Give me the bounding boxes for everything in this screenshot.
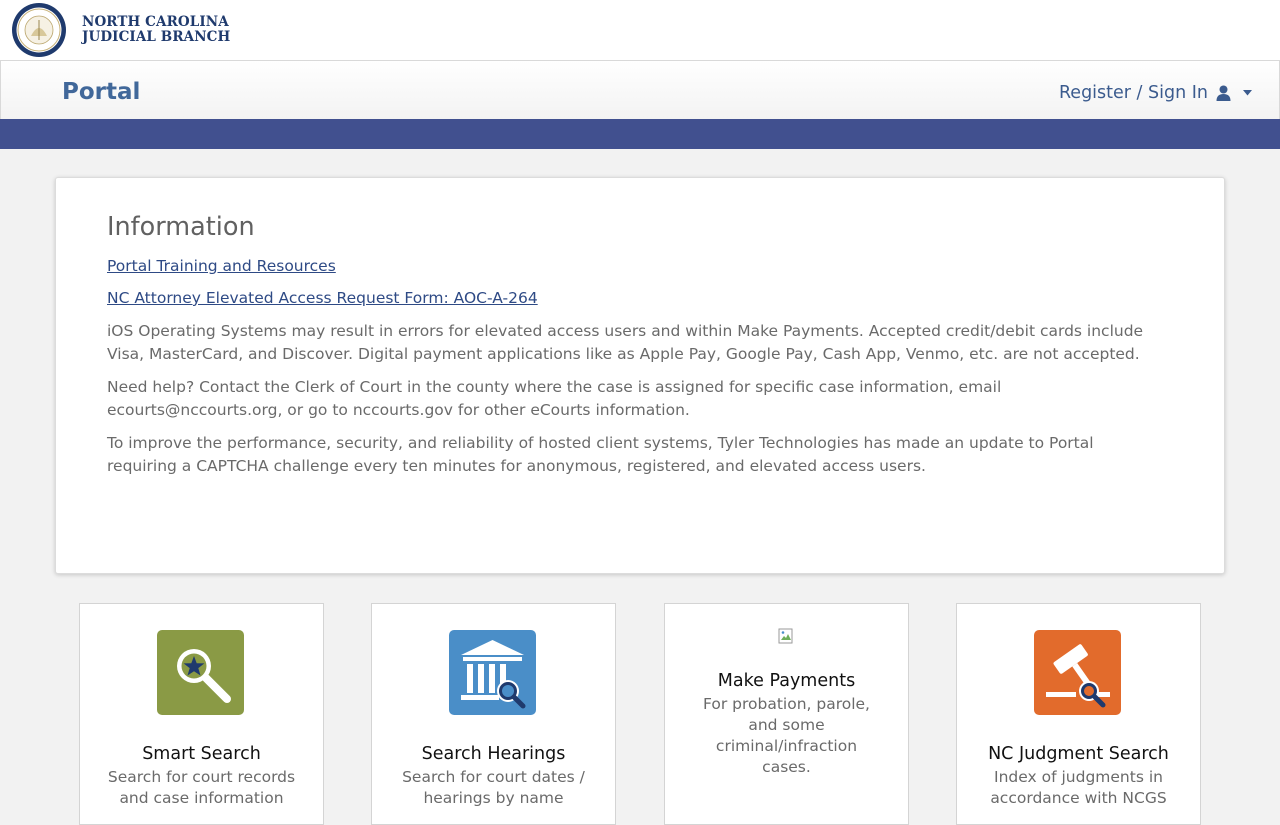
smart-search-title: Smart Search — [142, 744, 261, 764]
smart-search-card[interactable]: Smart Search Search for court records an… — [79, 603, 324, 825]
register-sign-in-menu[interactable]: Register / Sign In — [1059, 83, 1252, 103]
nc-judicial-seal-icon[interactable] — [11, 2, 67, 58]
portal-home-link[interactable]: Portal — [62, 79, 140, 105]
nc-judgment-search-description: Index of judgments in accordance with NC… — [990, 768, 1167, 807]
attorney-access-form-link[interactable]: NC Attorney Elevated Access Request Form… — [107, 288, 1167, 308]
portal-training-link[interactable]: Portal Training and Resources — [107, 256, 1167, 276]
make-payments-title: Make Payments — [717, 671, 856, 691]
user-icon — [1216, 85, 1231, 101]
search-hearings-description: Search for court dates / hearings by nam… — [402, 768, 585, 807]
information-heading: Information — [107, 212, 255, 242]
navbar: Portal Register / Sign In — [0, 60, 1280, 120]
smart-search-description: Search for court records and case inform… — [107, 768, 296, 807]
brand-header: NORTH CAROLINA JUDICIAL BRANCH — [0, 0, 1280, 60]
chevron-down-icon — [1243, 90, 1252, 96]
brand-name[interactable]: NORTH CAROLINA JUDICIAL BRANCH — [82, 15, 230, 44]
search-hearings-title: Search Hearings — [421, 744, 566, 764]
make-payments-card[interactable]: Make Payments For probation, parole, and… — [664, 603, 909, 825]
brand-line-2: JUDICIAL BRANCH — [82, 28, 231, 45]
nc-judgment-search-title: NC Judgment Search — [988, 744, 1169, 764]
nc-judgment-search-card[interactable]: NC Judgment Search Index of judgments in… — [956, 603, 1201, 825]
make-payments-description: For probation, parole, and some criminal… — [702, 695, 870, 776]
ios-payment-notice: iOS Operating Systems may result in erro… — [107, 322, 1144, 363]
search-hearings-card[interactable]: Search Hearings Search for court dates /… — [371, 603, 616, 825]
courthouse-search-icon — [449, 630, 536, 715]
magnifier-star-icon — [157, 630, 244, 715]
brand-line-1: NORTH CAROLINA — [82, 14, 229, 30]
help-contact-notice: Need help? Contact the Clerk of Court in… — [107, 378, 1002, 419]
broken-image-icon — [778, 628, 793, 644]
captcha-notice: To improve the performance, security, an… — [107, 434, 1094, 475]
accent-band — [0, 119, 1280, 149]
register-sign-in-label: Register / Sign In — [1058, 83, 1208, 103]
information-panel: Information Portal Training and Resource… — [55, 177, 1225, 574]
gavel-search-icon — [1034, 630, 1121, 715]
